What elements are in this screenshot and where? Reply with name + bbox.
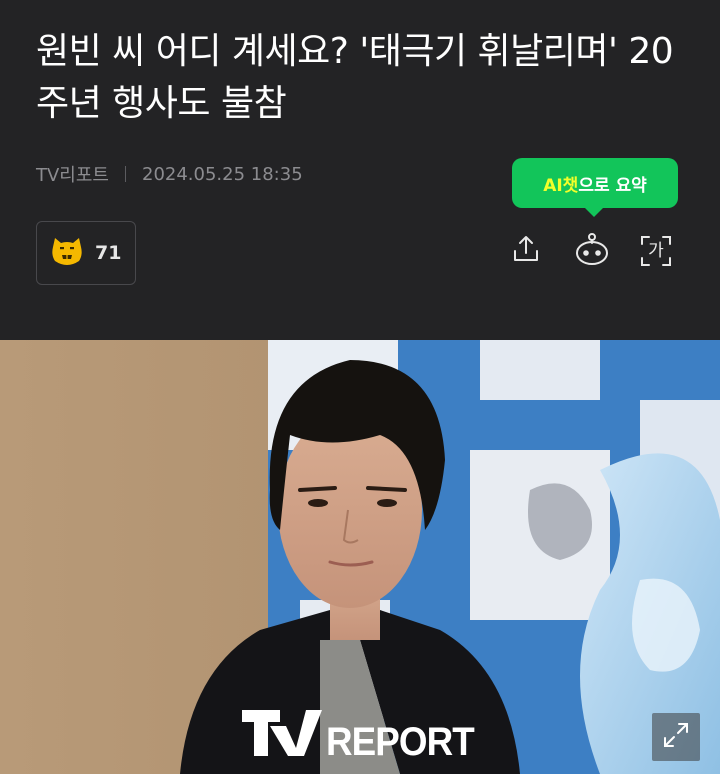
article-page: 원빈 씨 어디 계세요? '태극기 휘날리며' 20주년 행사도 불참 TV리포… bbox=[0, 0, 720, 774]
font-size-icon: 가 bbox=[639, 234, 673, 268]
article-source[interactable]: TV리포트 bbox=[36, 161, 109, 187]
ai-summary-button[interactable]: AI챗 으로 요약 bbox=[512, 158, 678, 217]
expand-photo-button[interactable] bbox=[652, 713, 700, 761]
ai-summary-rest: 으로 요약 bbox=[578, 175, 647, 196]
font-size-button[interactable]: 가 bbox=[636, 231, 676, 271]
chatbot-button[interactable] bbox=[572, 231, 612, 271]
chatbot-icon bbox=[574, 231, 610, 271]
font-size-label: 가 bbox=[648, 241, 664, 261]
meta-divider bbox=[125, 166, 126, 182]
article-header: 원빈 씨 어디 계세요? '태극기 휘날리며' 20주년 행사도 불참 TV리포… bbox=[0, 0, 720, 340]
article-meta: TV리포트 2024.05.25 18:35 bbox=[36, 160, 303, 188]
share-icon bbox=[510, 233, 542, 269]
cat-face-icon bbox=[49, 235, 85, 271]
tvreport-logo-icon bbox=[240, 704, 324, 762]
tvreport-watermark: REPORT bbox=[240, 706, 487, 762]
article-datetime: 2024.05.25 18:35 bbox=[142, 163, 303, 185]
expand-icon bbox=[661, 720, 691, 754]
reaction-count: 71 bbox=[95, 242, 122, 264]
share-button[interactable] bbox=[506, 231, 546, 271]
reaction-button[interactable]: 71 bbox=[36, 221, 136, 285]
ai-summary-strong: AI챗 bbox=[543, 175, 579, 196]
watermark-text: REPORT bbox=[326, 720, 475, 764]
article-title: 원빈 씨 어디 계세요? '태극기 휘날리며' 20주년 행사도 불참 bbox=[36, 31, 674, 124]
